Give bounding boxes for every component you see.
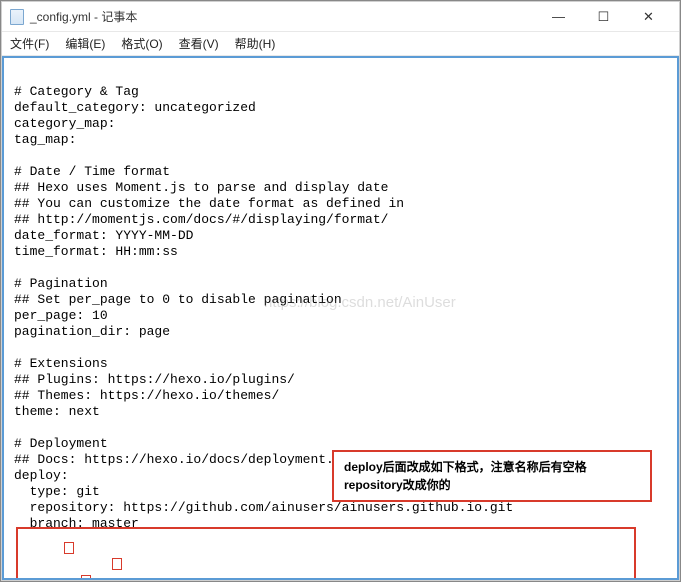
menu-format[interactable]: 格式(O) bbox=[121, 35, 162, 52]
window-title: _config.yml - 记事本 bbox=[30, 8, 137, 25]
menubar: 文件(F) 编辑(E) 格式(O) 查看(V) 帮助(H) bbox=[2, 32, 679, 56]
close-button[interactable]: ✕ bbox=[626, 2, 671, 31]
annotation-line1: deploy后面改成如下格式，注意名称后有空格 bbox=[344, 458, 640, 476]
notepad-window: _config.yml - 记事本 — ☐ ✕ 文件(F) 编辑(E) 格式(O… bbox=[1, 1, 680, 581]
client-area: # Category & Tag default_category: uncat… bbox=[2, 56, 679, 580]
maximize-button[interactable]: ☐ bbox=[581, 2, 626, 31]
titlebar[interactable]: _config.yml - 记事本 — ☐ ✕ bbox=[2, 2, 679, 32]
annotation-box: deploy后面改成如下格式，注意名称后有空格 repository改成你的 bbox=[332, 450, 652, 502]
menu-help[interactable]: 帮助(H) bbox=[235, 35, 276, 52]
menu-view[interactable]: 查看(V) bbox=[179, 35, 219, 52]
highlight-space-repository bbox=[112, 558, 122, 570]
annotation-line2: repository改成你的 bbox=[344, 476, 640, 494]
highlight-space-branch bbox=[81, 575, 91, 580]
menu-file[interactable]: 文件(F) bbox=[10, 35, 49, 52]
highlight-space-type bbox=[64, 542, 74, 554]
window-buttons: — ☐ ✕ bbox=[536, 2, 671, 31]
minimize-button[interactable]: — bbox=[536, 2, 581, 31]
file-icon bbox=[10, 9, 24, 25]
menu-edit[interactable]: 编辑(E) bbox=[65, 35, 105, 52]
